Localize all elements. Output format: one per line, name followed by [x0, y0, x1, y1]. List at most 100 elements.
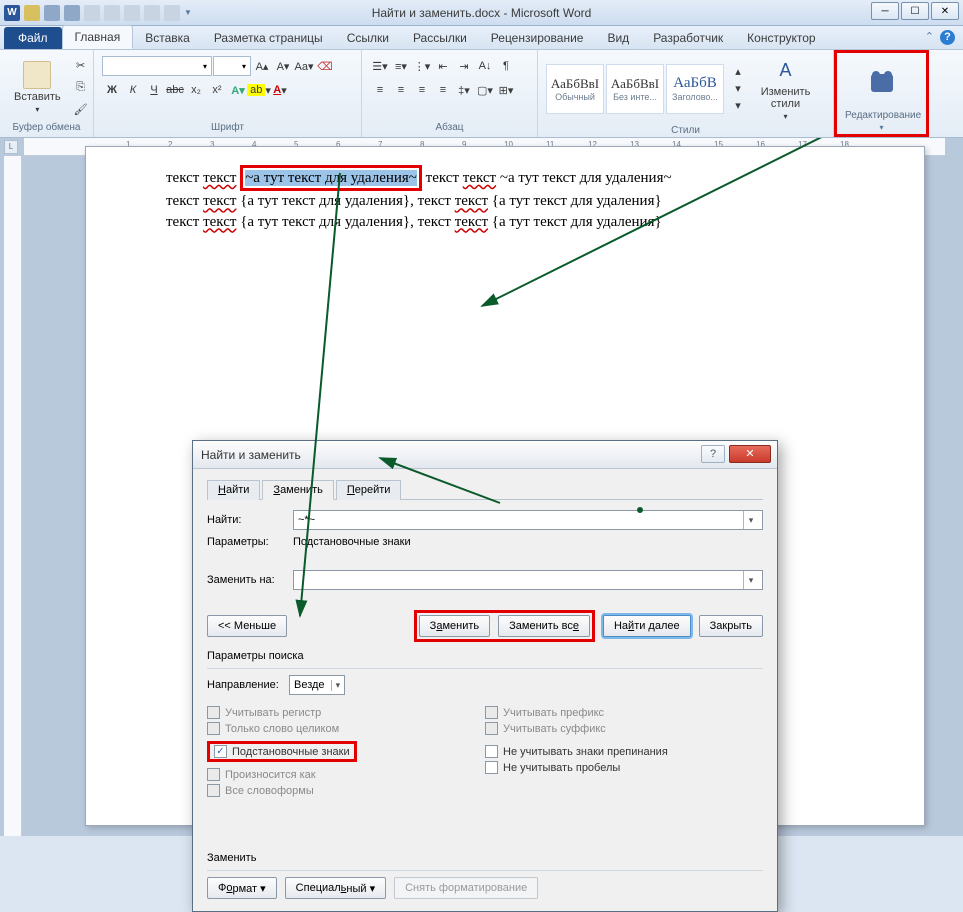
chk-wildcards[interactable]: ✓: [214, 745, 227, 758]
styles-up-icon[interactable]: ▴: [728, 64, 748, 80]
help-icon[interactable]: ?: [940, 30, 955, 45]
close-window-button[interactable]: ✕: [931, 2, 959, 20]
redo-icon[interactable]: [64, 5, 80, 21]
format-button[interactable]: Формат ▾: [207, 877, 277, 899]
replace-label: Заменить на:: [207, 574, 293, 586]
paste-label: Вставить: [14, 91, 61, 103]
maximize-button[interactable]: ☐: [901, 2, 929, 20]
file-tab[interactable]: Файл: [4, 27, 62, 49]
indent-increase-button[interactable]: ⇥: [454, 56, 474, 76]
format-painter-button[interactable]: 🖌: [71, 99, 91, 119]
dialog-help-button[interactable]: ?: [701, 445, 725, 463]
show-marks-button[interactable]: ¶: [496, 56, 516, 76]
dialog-titlebar[interactable]: Найти и заменить ? ✕: [193, 441, 777, 469]
ruler-toggle[interactable]: L: [4, 140, 18, 154]
align-center-button[interactable]: ≡: [391, 80, 411, 100]
borders-button[interactable]: ⊞▾: [496, 80, 516, 100]
tab-insert[interactable]: Вставка: [133, 27, 202, 49]
text-effects-button[interactable]: A▾: [228, 80, 248, 100]
group-paragraph: ☰▾ ≡▾ ⋮▾ ⇤ ⇥ A↓ ¶ ≡ ≡ ≡ ≡ ‡▾ ▢▾ ⊞▾ Абзац: [362, 50, 538, 137]
bold-button[interactable]: Ж: [102, 80, 122, 100]
tab-review[interactable]: Рецензирование: [479, 27, 596, 49]
qat-icon-7[interactable]: [144, 5, 160, 21]
tab-layout[interactable]: Разметка страницы: [202, 27, 335, 49]
strike-button[interactable]: abc: [165, 80, 185, 100]
paste-button[interactable]: Вставить ▾: [8, 59, 67, 116]
undo-icon[interactable]: [44, 5, 60, 21]
bullets-button[interactable]: ☰▾: [370, 56, 390, 76]
numbering-button[interactable]: ≡▾: [391, 56, 411, 76]
change-case-button[interactable]: Aa▾: [294, 56, 314, 76]
styles-down-icon[interactable]: ▾: [728, 81, 748, 97]
indent-decrease-button[interactable]: ⇤: [433, 56, 453, 76]
tab-view[interactable]: Вид: [595, 27, 641, 49]
minimize-button[interactable]: ─: [871, 2, 899, 20]
align-right-button[interactable]: ≡: [412, 80, 432, 100]
vertical-ruler[interactable]: [4, 156, 22, 836]
copy-button[interactable]: ⎘: [71, 77, 91, 97]
replace-input[interactable]: ▾: [293, 570, 763, 590]
less-button[interactable]: << Меньше: [207, 615, 287, 637]
direction-select[interactable]: Везде▾: [289, 675, 345, 695]
collapse-ribbon-icon[interactable]: ⌃: [925, 30, 934, 45]
search-params-label: Параметры поиска: [207, 650, 763, 662]
font-name-combo[interactable]: ▾: [102, 56, 212, 76]
ribbon-tabs: Файл Главная Вставка Разметка страницы С…: [0, 26, 963, 50]
styles-more-icon[interactable]: ▾: [728, 98, 748, 114]
font-size-combo[interactable]: ▾: [213, 56, 251, 76]
multilevel-button[interactable]: ⋮▾: [412, 56, 432, 76]
dlg-tab-goto[interactable]: Перейти: [336, 480, 402, 500]
dialog-close-button[interactable]: ✕: [729, 445, 771, 463]
editing-group-label[interactable]: Редактирование: [845, 108, 918, 123]
find-icon: [871, 74, 893, 92]
shading-button[interactable]: ▢▾: [475, 80, 495, 100]
sort-button[interactable]: A↓: [475, 56, 495, 76]
qat-icon-5[interactable]: [104, 5, 120, 21]
subscript-button[interactable]: x₂: [186, 80, 206, 100]
shrink-font-button[interactable]: A▾: [273, 56, 293, 76]
style-nospacing[interactable]: АаБбВвІБез инте...: [606, 64, 664, 114]
justify-button[interactable]: ≡: [433, 80, 453, 100]
replace-all-button[interactable]: Заменить все: [498, 615, 590, 637]
tab-design[interactable]: Конструктор: [735, 27, 827, 49]
clear-format-button[interactable]: ⌫: [315, 56, 335, 76]
underline-button[interactable]: Ч: [144, 80, 164, 100]
close-button[interactable]: Закрыть: [699, 615, 763, 637]
replace-button[interactable]: Заменить: [419, 615, 490, 637]
chk-word-forms: [207, 784, 220, 797]
qat-icon-4[interactable]: [84, 5, 100, 21]
tab-home[interactable]: Главная: [62, 25, 134, 49]
grow-font-button[interactable]: A▴: [252, 56, 272, 76]
dlg-tab-find[interactable]: Найти: [207, 480, 260, 500]
chk-ignore-spaces[interactable]: [485, 761, 498, 774]
find-next-button[interactable]: Найти далее: [603, 615, 691, 637]
special-button[interactable]: Специальный ▾: [285, 877, 386, 899]
word-icon: W: [4, 5, 20, 21]
tab-mailings[interactable]: Рассылки: [401, 27, 479, 49]
line-spacing-button[interactable]: ‡▾: [454, 80, 474, 100]
styles-group-label: Стили: [546, 123, 825, 138]
group-clipboard: Вставить ▾ ✂ ⎘ 🖌 Буфер обмена: [0, 50, 94, 137]
cut-button[interactable]: ✂: [71, 55, 91, 75]
titlebar: W ▼ Найти и заменить.docx - Microsoft Wo…: [0, 0, 963, 26]
chk-prefix: [485, 706, 498, 719]
highlight-button[interactable]: ab▾: [249, 80, 269, 100]
replace-section-label: Заменить: [207, 852, 763, 864]
qat-icon-8[interactable]: [164, 5, 180, 21]
change-styles-button[interactable]: A Изменить стили ▾: [746, 54, 825, 123]
align-left-button[interactable]: ≡: [370, 80, 390, 100]
chk-ignore-punct[interactable]: [485, 745, 498, 758]
chk-sounds-like: [207, 768, 220, 781]
tab-references[interactable]: Ссылки: [335, 27, 401, 49]
style-normal[interactable]: АаБбВвІОбычный: [546, 64, 604, 114]
italic-button[interactable]: К: [123, 80, 143, 100]
style-heading[interactable]: АаБбВЗаголово...: [666, 64, 724, 114]
tab-developer[interactable]: Разработчик: [641, 27, 735, 49]
qat-dropdown-icon[interactable]: ▼: [184, 8, 192, 17]
save-icon[interactable]: [24, 5, 40, 21]
font-color-button[interactable]: A▾: [270, 80, 290, 100]
find-input[interactable]: ~*~▾: [293, 510, 763, 530]
superscript-button[interactable]: x²: [207, 80, 227, 100]
dlg-tab-replace[interactable]: Заменить: [262, 480, 333, 500]
qat-icon-6[interactable]: [124, 5, 140, 21]
